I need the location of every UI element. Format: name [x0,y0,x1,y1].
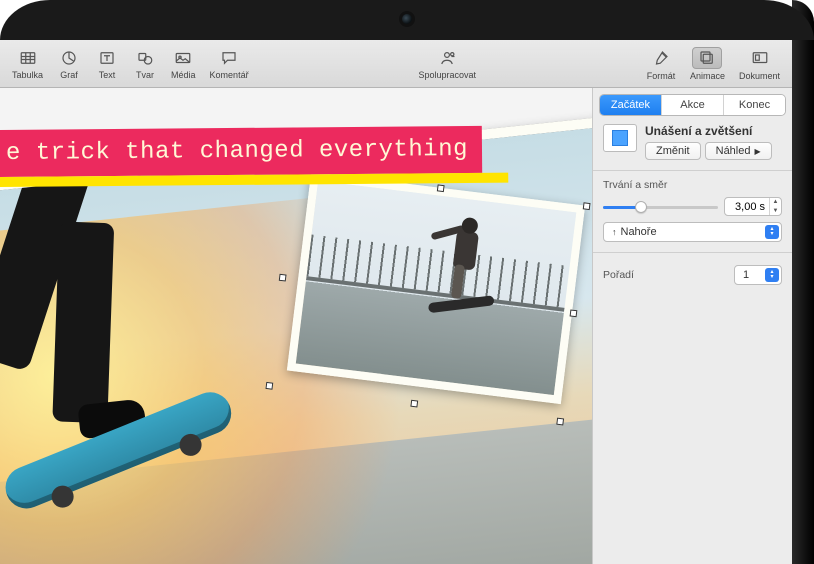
toolbar-format-label: Formát [647,71,676,81]
document-icon [745,47,775,69]
direction-popup[interactable]: ↑ Nahoře [603,222,782,242]
slide-canvas[interactable]: e trick that changed everything [0,88,592,564]
table-icon [16,48,40,68]
duration-stepper[interactable]: ▲▼ [724,197,782,216]
tab-build-out[interactable]: Konec [723,95,785,115]
toolbar-format-button[interactable]: Formát [640,47,682,81]
toolbar-shape-label: Tvar [136,70,154,80]
toolbar-comment-label: Komentář [210,70,249,80]
collaborate-icon [435,48,459,68]
toolbar: Tabulka Graf Text [0,40,792,88]
play-icon: ▶ [754,147,760,156]
square-icon [612,130,628,146]
toolbar-media-button[interactable]: Média [165,48,202,80]
tab-action[interactable]: Akce [661,95,723,115]
chevron-updown-icon [765,225,779,239]
camera-icon [402,14,412,24]
toolbar-comment-button[interactable]: Komentář [204,48,255,80]
preview-effect-button[interactable]: Náhled ▶ [705,142,772,160]
animate-icon [692,47,722,69]
slide-photo-small-selected[interactable] [287,172,585,404]
chart-icon [57,48,81,68]
shape-icon [133,48,157,68]
text-icon [95,48,119,68]
toolbar-text-label: Text [99,70,116,80]
slide-title-text[interactable]: e trick that changed everything [0,126,482,177]
toolbar-table-label: Tabulka [12,70,43,80]
duration-direction-label: Trvání a směr [603,179,782,191]
toolbar-chart-button[interactable]: Graf [51,48,87,80]
build-phase-segment: Začátek Akce Konec [599,94,786,116]
order-popup[interactable]: 1 [734,265,782,285]
chevron-updown-icon [765,268,779,282]
toolbar-right-group: Formát Animace Dokument [640,47,786,81]
order-value: 1 [743,269,749,281]
device-bezel-right [792,0,814,564]
toolbar-media-label: Média [171,70,196,80]
toolbar-left-group: Tabulka Graf Text [6,48,255,80]
toolbar-animate-label: Animace [690,71,725,81]
toolbar-collaborate-label: Spolupracovat [419,70,477,80]
effect-thumbnail [603,124,637,152]
preview-label: Náhled [716,145,751,157]
change-effect-button[interactable]: Změnit [645,142,701,160]
direction-value: Nahoře [621,226,657,238]
duration-slider[interactable] [603,200,718,214]
comment-icon [217,48,241,68]
paintbrush-icon [646,47,676,69]
inspector-panel: Začátek Akce Konec Unášení a zvětšení Zm… [592,88,792,564]
toolbar-collaborate-button[interactable]: Spolupracovat [413,48,483,80]
tab-build-in[interactable]: Začátek [600,95,661,115]
toolbar-shape-button[interactable]: Tvar [127,48,163,80]
toolbar-document-label: Dokument [739,71,780,81]
toolbar-table-button[interactable]: Tabulka [6,48,49,80]
toolbar-animate-button[interactable]: Animace [684,47,731,81]
stepper-arrows-icon[interactable]: ▲▼ [769,198,781,215]
order-label: Pořadí [603,269,634,281]
toolbar-chart-label: Graf [60,70,78,80]
toolbar-text-button[interactable]: Text [89,48,125,80]
media-icon [171,48,195,68]
arrow-up-icon: ↑ [612,227,617,237]
toolbar-document-button[interactable]: Dokument [733,47,786,81]
effect-name: Unášení a zvětšení [645,124,782,138]
duration-value-field[interactable] [725,201,769,213]
